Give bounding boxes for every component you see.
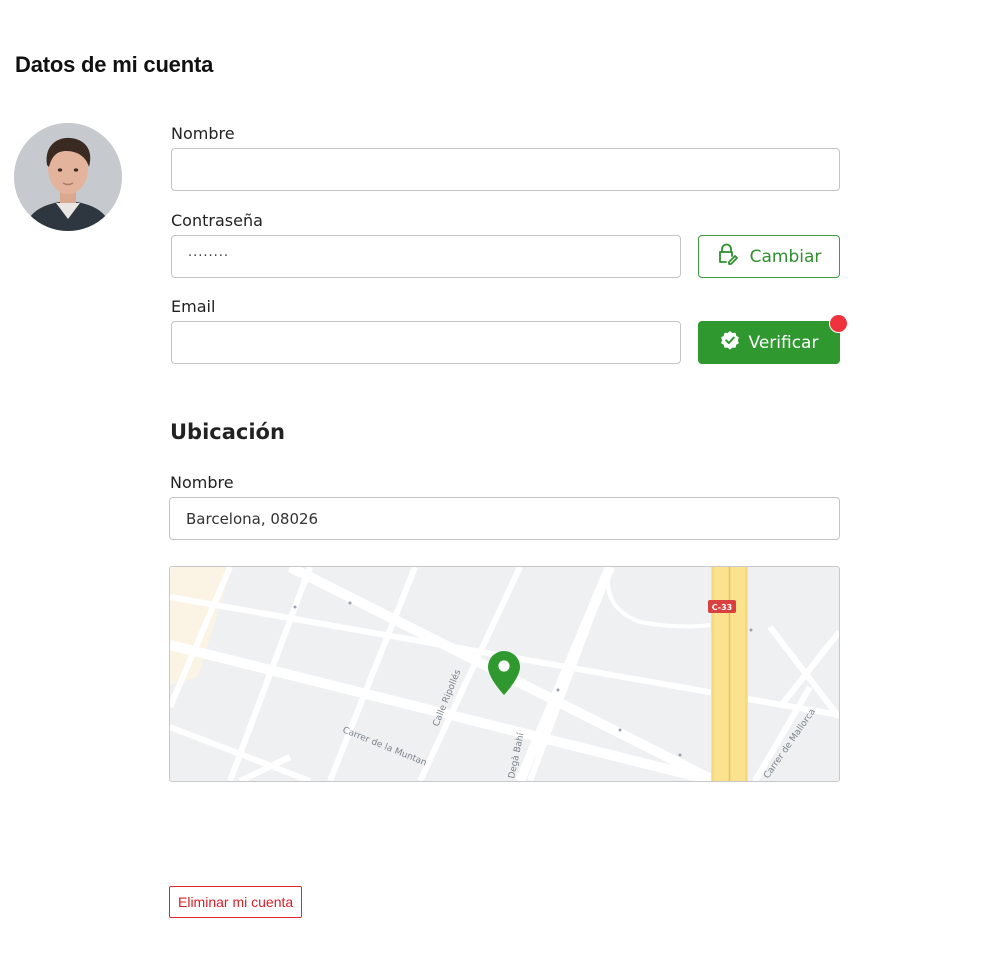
verified-badge-icon [720,330,740,355]
avatar[interactable] [14,123,122,231]
location-name-label: Nombre [170,473,234,492]
password-input[interactable] [171,235,681,278]
location-section-title: Ubicación [170,420,285,444]
name-label: Nombre [171,124,235,143]
email-label: Email [171,297,216,316]
road-badge-label: C-33 [712,603,733,612]
verify-email-label: Verificar [748,332,819,353]
notification-dot [829,314,848,333]
password-label: Contraseña [171,211,263,230]
delete-account-button[interactable]: Eliminar mi cuenta [169,886,303,918]
location-name-input[interactable] [169,497,840,540]
email-input[interactable] [171,321,681,364]
lock-edit-icon [717,243,741,270]
location-map[interactable]: C-33 Calle Ripollés Carrer de la Muntan … [169,566,840,782]
page-title: Datos de mi cuenta [15,52,214,77]
verify-email-button[interactable]: Verificar [698,321,840,364]
name-input[interactable] [171,148,840,191]
change-password-label: Cambiar [749,246,822,267]
change-password-button[interactable]: Cambiar [698,235,840,278]
